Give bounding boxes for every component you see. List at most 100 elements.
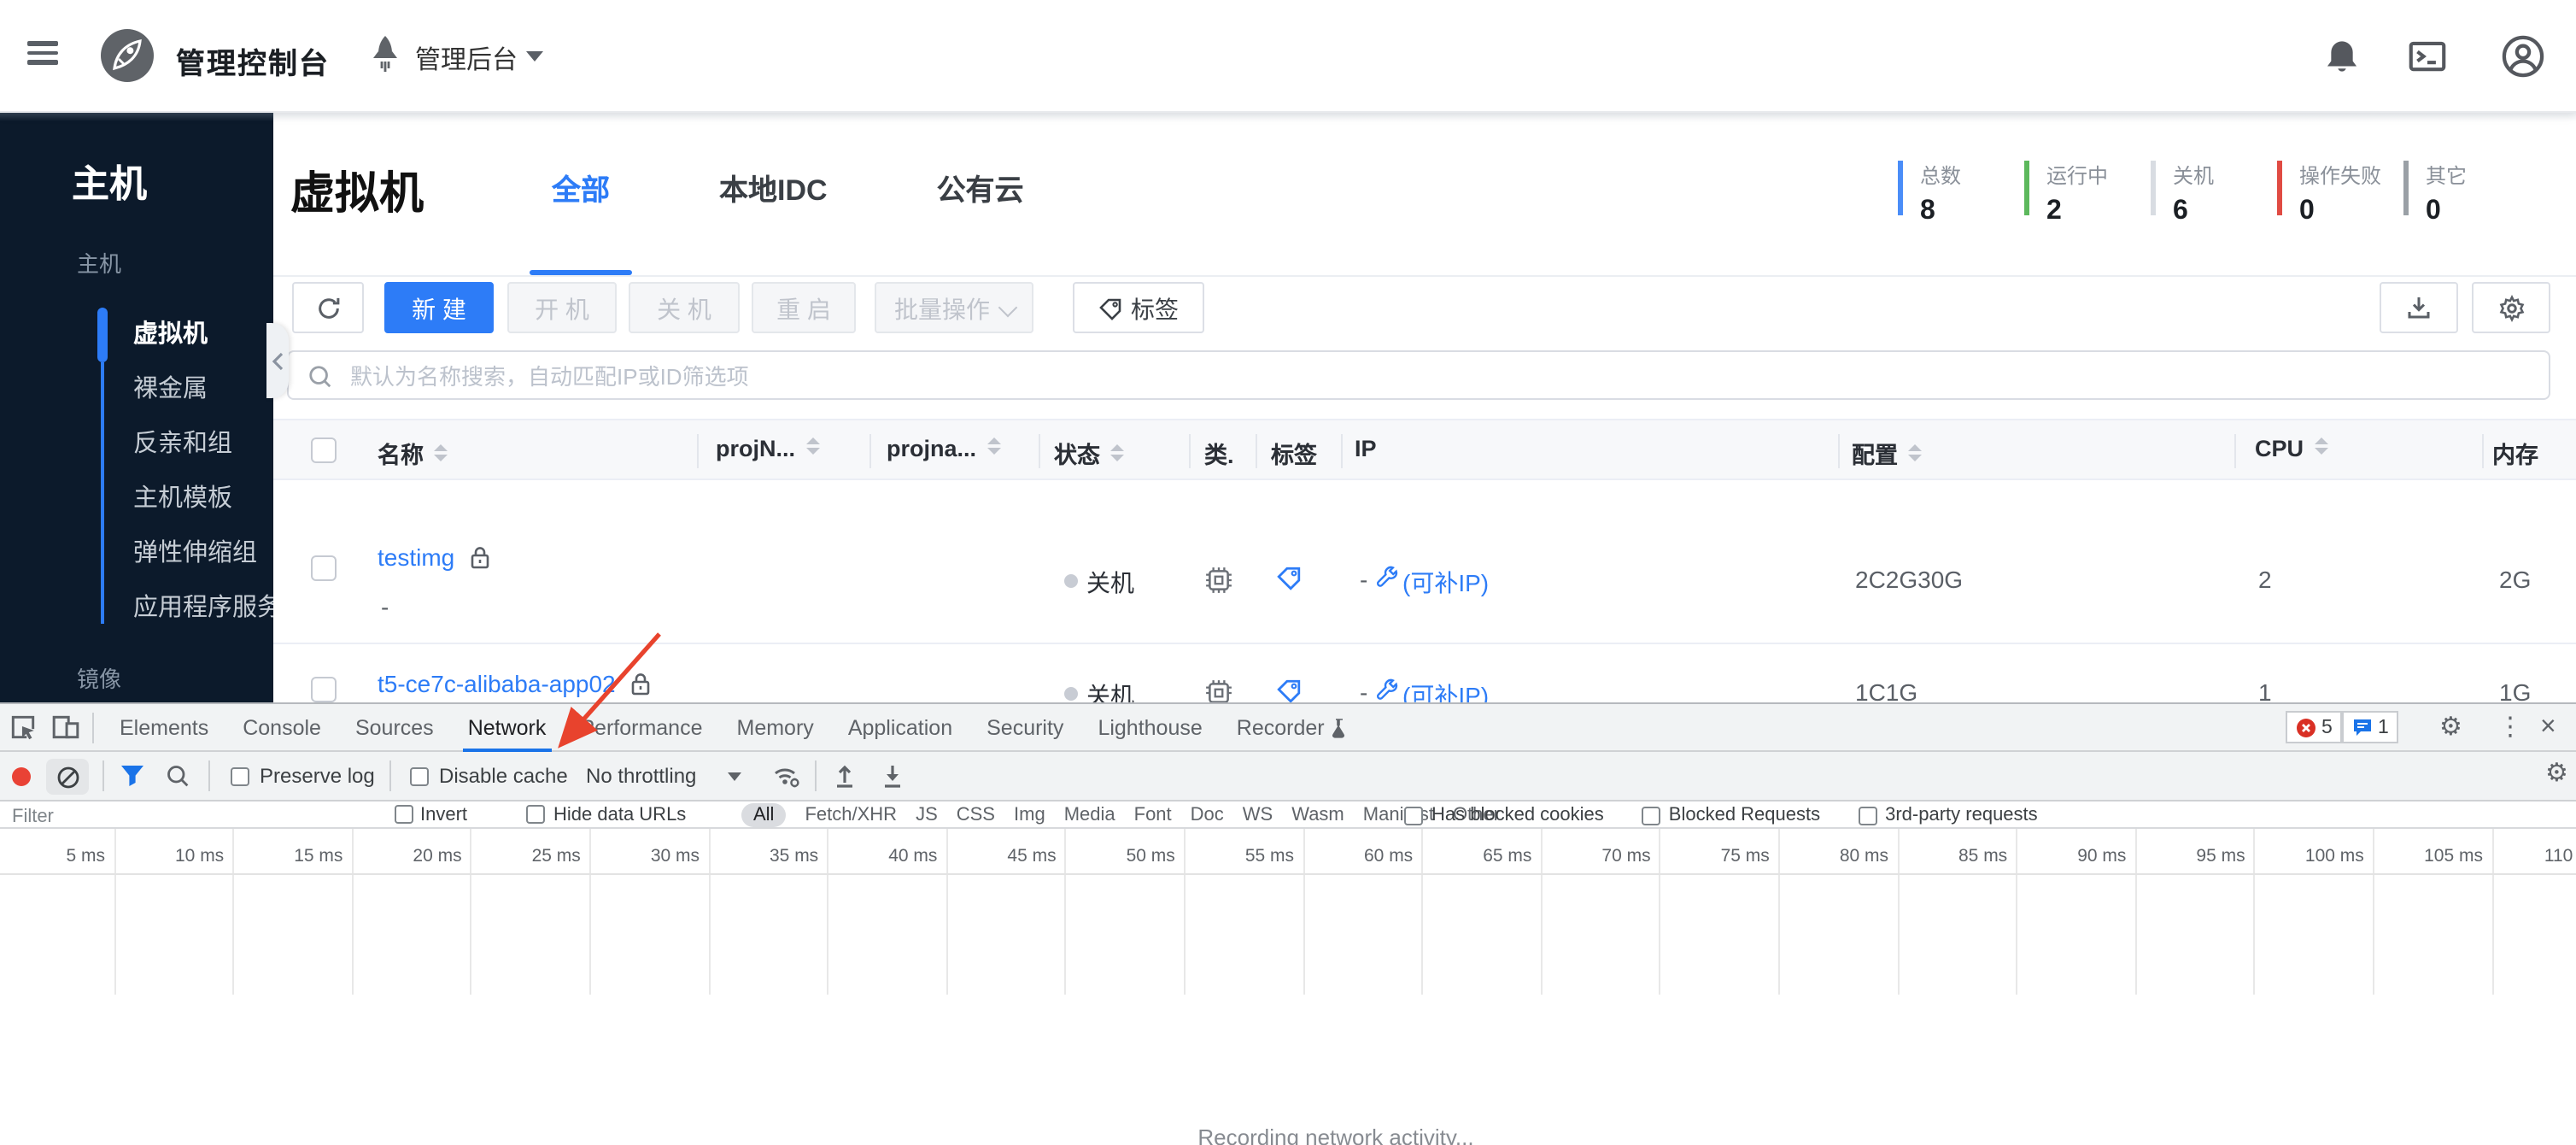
timeline-gridline[interactable] — [1897, 829, 1899, 995]
sidebar-item[interactable]: 主机模板 — [0, 472, 273, 526]
sidebar-collapse-toggle[interactable] — [266, 323, 289, 398]
vm-stat[interactable]: 总数 8 — [1898, 161, 2024, 226]
timeline-gridline[interactable] — [1421, 829, 1424, 995]
error-badge[interactable]: 5 — [2286, 711, 2343, 743]
preserve-log-checkbox[interactable] — [231, 767, 249, 786]
timeline-gridline[interactable] — [708, 829, 710, 995]
stat-value[interactable]: 0 — [2299, 197, 2403, 227]
create-button[interactable]: 新 建 — [384, 282, 494, 333]
checkbox-icon[interactable] — [1641, 806, 1660, 825]
timeline-gridline[interactable] — [1303, 829, 1304, 995]
disable-cache-label[interactable]: Disable cache — [439, 764, 568, 788]
filter-pill[interactable]: Font — [1134, 805, 1172, 825]
timeline-tick-label[interactable]: 105 ms — [2377, 846, 2483, 866]
filter-pill[interactable]: Fetch/XHR — [805, 805, 897, 825]
filter-toggle-icon[interactable] — [120, 764, 145, 788]
power-off-button[interactable]: 关 机 — [629, 282, 740, 333]
filter-pill[interactable]: JS — [916, 805, 938, 825]
table-row[interactable]: t5-ce7c-alibaba-app02 关机 - (可补IP) 1C1G 1… — [273, 646, 2576, 702]
timeline-tick-label[interactable]: 20 ms — [356, 846, 461, 866]
message-badge[interactable]: 1 — [2342, 711, 2399, 743]
timeline-gridline[interactable] — [2016, 829, 2018, 995]
brand-logo[interactable] — [101, 29, 154, 82]
devtools-tab-performance[interactable]: Performance — [563, 704, 719, 752]
timeline-gridline[interactable] — [470, 829, 472, 995]
hamburger-menu-icon[interactable] — [27, 41, 58, 65]
disable-cache-checkbox[interactable] — [410, 767, 429, 786]
timeline-tick-label[interactable]: 85 ms — [1901, 846, 2007, 866]
sort-icon[interactable] — [805, 437, 819, 455]
sidebar-item[interactable]: 应用程序服务 — [0, 581, 273, 636]
sort-icon[interactable] — [434, 444, 448, 461]
vm-name-link[interactable]: testimg — [378, 543, 490, 571]
timeline-gridline[interactable] — [1659, 829, 1661, 995]
checkbox-icon[interactable] — [1858, 806, 1877, 825]
timeline-tick-label[interactable]: 95 ms — [2140, 846, 2245, 866]
device-toolbar-icon[interactable] — [51, 713, 82, 743]
devtools-tab-security[interactable]: Security — [969, 704, 1080, 752]
filter-checkbox-item[interactable]: Has blocked cookies — [1404, 805, 1604, 825]
timeline-tick-label[interactable]: 10 ms — [118, 846, 224, 866]
workspace-caret-icon[interactable] — [526, 51, 543, 62]
flask-icon[interactable] — [1332, 718, 1349, 738]
checkbox-icon[interactable] — [1404, 806, 1423, 825]
wrench-icon[interactable] — [1375, 678, 1399, 702]
timeline-tick-label[interactable]: 80 ms — [1783, 846, 1888, 866]
stat-value[interactable]: 6 — [2173, 197, 2277, 227]
timeline-gridline[interactable] — [2134, 829, 2137, 995]
network-search-icon[interactable] — [166, 764, 190, 788]
filter-checkbox-label[interactable]: Blocked Requests — [1669, 805, 1820, 825]
devtools-tab-network[interactable]: Network — [451, 704, 564, 752]
timeline-gridline[interactable] — [2253, 829, 2256, 995]
row-tag-icon[interactable] — [1276, 566, 1302, 591]
sidebar-item[interactable]: 裸金属 — [0, 362, 273, 417]
timeline-tick-label[interactable]: 5 ms — [0, 846, 105, 866]
tag-button[interactable]: 标签 — [1073, 282, 1204, 333]
devtools-tab-memory[interactable]: Memory — [720, 704, 831, 752]
filter-pill[interactable]: CSS — [957, 805, 995, 825]
sort-icon[interactable] — [1110, 444, 1124, 461]
stat-value[interactable]: 2 — [2046, 197, 2151, 227]
devtools-tab-label[interactable]: Console — [243, 705, 321, 751]
row-checkbox[interactable] — [311, 677, 337, 702]
devtools-tab-lighthouse[interactable]: Lighthouse — [1080, 704, 1219, 752]
timeline-gridline[interactable] — [827, 829, 829, 995]
vm-stat[interactable]: 关机 6 — [2151, 161, 2277, 226]
wrench-icon[interactable] — [1375, 566, 1399, 590]
timeline-tick-label[interactable]: 60 ms — [1307, 846, 1413, 866]
devtools-tab-console[interactable]: Console — [225, 704, 338, 752]
restart-button[interactable]: 重 启 — [752, 282, 856, 333]
timeline-gridline[interactable] — [1540, 829, 1543, 995]
fix-ip-link[interactable]: (可补IP) — [1402, 678, 1489, 702]
timeline-tick-label[interactable]: 45 ms — [951, 846, 1056, 866]
timeline-gridline[interactable] — [1183, 829, 1186, 995]
page-tab[interactable]: 全部 — [530, 157, 632, 275]
notifications-bell-icon[interactable] — [2323, 38, 2361, 75]
stat-value[interactable]: 0 — [2426, 197, 2530, 227]
devtools-tab-elements[interactable]: Elements — [102, 704, 225, 752]
hide-data-urls-checkbox[interactable] — [526, 805, 545, 824]
page-tab[interactable]: 公有云 — [915, 157, 1046, 275]
row-checkbox[interactable] — [311, 555, 337, 581]
export-list-button[interactable] — [2380, 282, 2458, 333]
sidebar-item[interactable]: 反亲和组 — [0, 417, 273, 472]
timeline-tick-label[interactable]: 75 ms — [1664, 846, 1770, 866]
column-header-projn[interactable]: projN... — [716, 436, 819, 461]
timeline-gridline[interactable] — [2372, 829, 2374, 995]
sidebar-item[interactable]: 虚拟机 — [0, 308, 273, 362]
timeline-tick-label[interactable]: 15 ms — [237, 846, 342, 866]
timeline-gridline[interactable] — [1777, 829, 1780, 995]
filter-pill[interactable]: WS — [1243, 805, 1273, 825]
column-header-cpu[interactable]: CPU — [2255, 436, 2328, 461]
devtools-tab-recorder[interactable]: Recorder — [1220, 704, 1366, 752]
filter-pill[interactable]: Doc — [1191, 805, 1224, 825]
throttling-caret-icon[interactable] — [728, 772, 741, 781]
filter-pill[interactable]: All — [741, 803, 787, 827]
clear-button[interactable] — [46, 759, 89, 795]
timeline-tick-label[interactable]: 65 ms — [1426, 846, 1531, 866]
filter-pill[interactable]: Media — [1064, 805, 1115, 825]
filter-checkbox-label[interactable]: Has blocked cookies — [1431, 805, 1604, 825]
devtools-tab-application[interactable]: Application — [831, 704, 969, 752]
sidebar-item[interactable]: 弹性伸缩组 — [0, 526, 273, 581]
devtools-more-options-icon[interactable]: ⋮ — [2497, 711, 2523, 743]
